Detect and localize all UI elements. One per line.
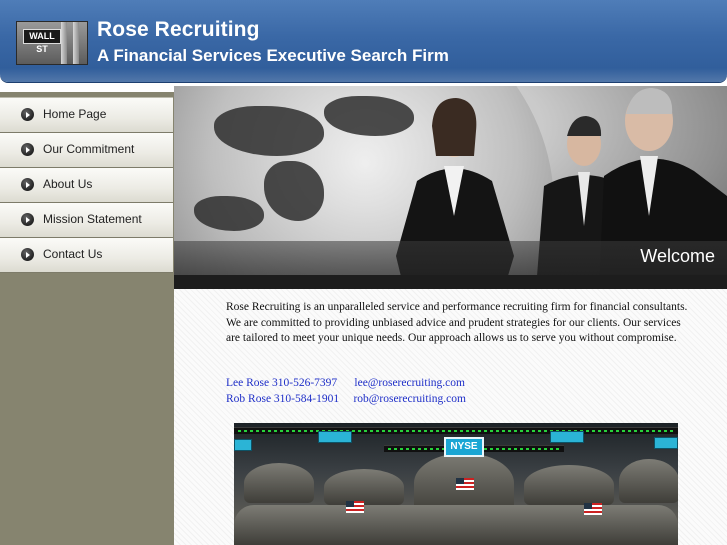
intro-paragraph: Rose Recruiting is an unparalleled servi…	[226, 301, 688, 344]
wall-street-logo: WALL ST	[16, 21, 88, 65]
contact-name-phone: Rob Rose 310-584-1901	[226, 393, 340, 405]
email-link-rob[interactable]: rob@roserecruiting.com	[353, 393, 465, 405]
arrow-circle-icon	[21, 108, 34, 121]
arrow-circle-icon	[21, 213, 34, 226]
arrow-circle-icon	[21, 248, 34, 261]
nav-label: About Us	[43, 177, 93, 191]
contact-rob: Rob Rose 310-584-1901 rob@roserecruiting…	[226, 393, 466, 405]
email-link-lee[interactable]: lee@roserecruiting.com	[354, 377, 465, 389]
nav-label: Our Commitment	[43, 142, 135, 156]
site-title: Rose Recruiting	[97, 18, 260, 41]
logo-sign: WALL ST	[23, 29, 61, 54]
site-header: WALL ST Rose Recruiting A Financial Serv…	[0, 0, 727, 82]
nav-label: Home Page	[43, 107, 107, 121]
nav-item-contact-us[interactable]: Contact Us	[0, 238, 173, 273]
trading-floor-image: NYSE	[234, 423, 678, 545]
main-content: Rose Recruiting is an unparalleled servi…	[174, 289, 727, 545]
contact-name-phone: Lee Rose 310-526-7397	[226, 377, 338, 389]
nav-item-home-page[interactable]: Home Page	[0, 97, 173, 133]
arrow-circle-icon	[21, 178, 34, 191]
nav-item-about-us[interactable]: About Us	[0, 168, 173, 203]
nav-item-our-commitment[interactable]: Our Commitment	[0, 133, 173, 168]
nav-label: Contact Us	[43, 247, 103, 261]
nav-item-mission-statement[interactable]: Mission Statement	[0, 203, 173, 238]
nav-label: Mission Statement	[43, 212, 142, 226]
site-subtitle: A Financial Services Executive Search Fi…	[97, 46, 449, 65]
hero-banner-image: Welcome	[174, 86, 727, 289]
nyse-sign: NYSE	[444, 437, 484, 457]
welcome-heading: Welcome	[640, 246, 715, 266]
sidebar: Home Page Our Commitment About Us Missio…	[0, 92, 174, 545]
arrow-circle-icon	[21, 143, 34, 156]
nav-menu: Home Page Our Commitment About Us Missio…	[0, 97, 173, 273]
contact-lee: Lee Rose 310-526-7397 lee@roserecruiting…	[226, 377, 465, 389]
